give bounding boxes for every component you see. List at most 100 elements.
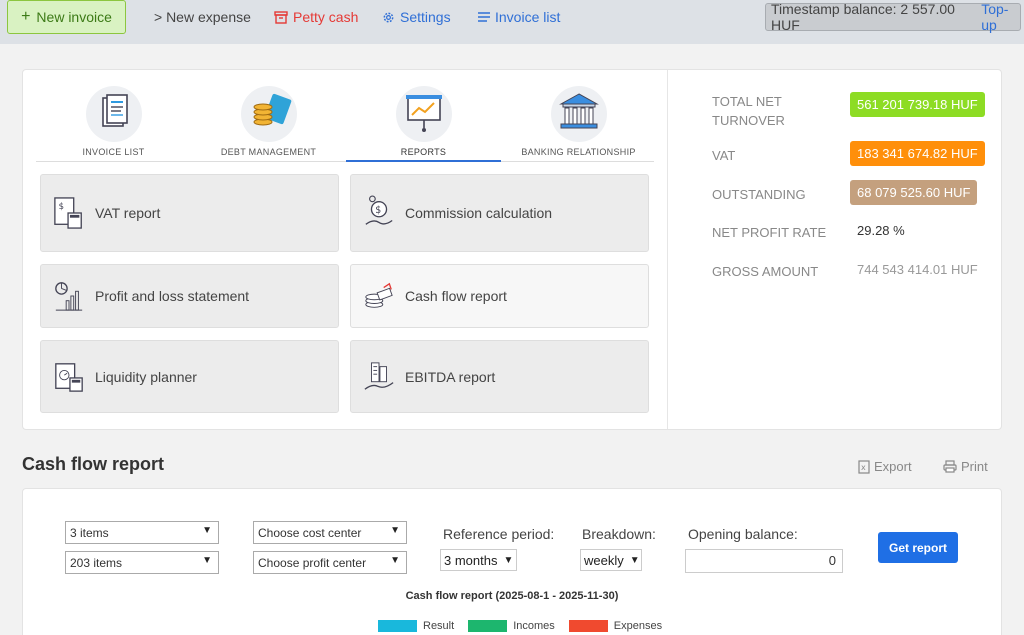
outstanding-badge: 68 079 525.60 HUF <box>850 180 978 205</box>
tab-invoice-list[interactable]: INVOICE LIST <box>36 84 191 162</box>
vat-value: 183 341 674.82 HUF <box>850 141 985 166</box>
outstanding-value: 68 079 525.60 HUF <box>850 180 978 205</box>
outstanding-label: OUTSTANDING <box>712 187 806 202</box>
export-label: Export <box>874 459 912 474</box>
plus-icon: + <box>21 8 31 25</box>
printer-icon <box>943 460 957 473</box>
debt-management-icon <box>240 86 297 142</box>
tab-reports[interactable]: REPORTS <box>346 84 501 162</box>
excel-icon: x <box>858 459 870 474</box>
net-profit-rate-value: 29.28 % <box>857 223 905 238</box>
page-title: Cash flow report <box>22 454 165 474</box>
commission-icon: $ <box>363 195 395 231</box>
export-button[interactable]: x Export <box>858 459 912 474</box>
new-invoice-button[interactable]: + New invoice <box>7 0 126 34</box>
net-profit-rate-label: NET PROFIT RATE <box>712 225 827 240</box>
breakdown-label: Breakdown: <box>582 526 656 542</box>
profit-center-value: Choose profit center <box>258 555 367 570</box>
cash-flow-report-tile[interactable]: Cash flow report <box>350 264 649 328</box>
ebitda-icon <box>363 359 395 395</box>
cost-center-select[interactable]: Choose cost center ▼ <box>253 521 407 544</box>
legend-result: Result <box>423 620 455 632</box>
commission-calculation-tile[interactable]: $ Commission calculation <box>350 174 649 252</box>
svg-text:x: x <box>861 463 866 472</box>
profit-loss-tile[interactable]: Profit and loss statement <box>40 264 339 328</box>
dashboard-card: INVOICE LIST DEBT MANAGEMENT REPORTS BAN… <box>22 69 1002 430</box>
print-button[interactable]: Print <box>943 459 988 474</box>
vat-report-tile[interactable]: $ VAT report <box>40 174 339 252</box>
incomes-swatch <box>468 620 508 632</box>
breakdown-select[interactable]: weekly ▼ <box>580 549 642 571</box>
reports-icon <box>395 86 452 142</box>
gross-amount-label: GROSS AMOUNT <box>712 264 819 279</box>
cash-flow-report-label: Cash flow report <box>405 288 507 304</box>
chart-legend: Result Incomes Expenses <box>378 620 662 632</box>
reference-period-label: Reference period: <box>443 526 555 542</box>
expenses-swatch <box>568 620 608 632</box>
new-expense-label: > New expense <box>154 9 251 25</box>
settings-link[interactable]: Settings <box>382 0 451 34</box>
dropdown-arrow-icon: ▼ <box>202 525 212 536</box>
timestamp-balance-text: Timestamp balance: 2 557.00 HUF <box>771 1 955 33</box>
result-swatch <box>378 620 417 632</box>
get-report-button[interactable]: Get report <box>878 532 958 563</box>
liquidity-planner-label: Liquidity planner <box>95 368 197 385</box>
ebitda-report-label: EBITDA report <box>405 368 496 385</box>
liquidity-icon <box>53 359 85 395</box>
tab-label: BANKING RELATIONSHIP <box>521 147 636 157</box>
reference-period-select[interactable]: 3 months ▼ <box>440 549 517 571</box>
svg-text:$: $ <box>375 205 381 216</box>
liquidity-planner-tile[interactable]: Liquidity planner <box>40 340 339 413</box>
items-select-2[interactable]: 203 items ▼ <box>65 551 219 574</box>
top-toolbar: + New invoice > New expense Petty cash S… <box>0 0 1024 44</box>
svg-text:$: $ <box>59 201 64 211</box>
commission-calculation-label: Commission calculation <box>405 205 553 221</box>
gross-amount-value: 744 543 414.01 HUF <box>857 262 978 277</box>
items-select-2-value: 203 items <box>70 555 123 570</box>
legend-incomes: Incomes <box>513 620 555 632</box>
breakdown-value: weekly <box>584 552 624 568</box>
print-label: Print <box>961 459 988 474</box>
dropdown-arrow-icon: ▼ <box>390 525 400 536</box>
dropdown-arrow-icon: ▼ <box>390 555 400 566</box>
reference-period-value: 3 months <box>444 552 498 568</box>
invoice-list-icon <box>85 86 142 142</box>
legend-expenses: Expenses <box>613 620 663 632</box>
tab-debt-management[interactable]: DEBT MANAGEMENT <box>191 84 346 162</box>
items-select[interactable]: 3 items ▼ <box>65 521 219 544</box>
total-net-turnover-label: TOTAL NET TURNOVER <box>712 94 785 128</box>
divider <box>667 70 668 429</box>
dropdown-arrow-icon: ▼ <box>202 555 212 566</box>
new-invoice-label: New invoice <box>36 9 112 25</box>
opening-balance-input[interactable]: 0 <box>685 549 843 573</box>
total-net-turnover-value: 561 201 739.18 HUF <box>850 92 985 117</box>
list-icon <box>478 12 490 22</box>
total-net-turnover-row: TOTAL NET TURNOVER 561 201 739.18 HUF <box>712 92 992 130</box>
invoice-list-link[interactable]: Invoice list <box>478 0 560 34</box>
vat-report-label: VAT report <box>95 205 161 221</box>
petty-cash-label: Petty cash <box>293 9 359 25</box>
profit-loss-label: Profit and loss statement <box>95 288 250 304</box>
module-tabs: INVOICE LIST DEBT MANAGEMENT REPORTS BAN… <box>36 84 654 162</box>
settings-label: Settings <box>400 9 451 25</box>
tab-label: INVOICE LIST <box>82 147 145 157</box>
timestamp-balance: Timestamp balance: 2 557.00 HUF Top-up <box>765 1 1021 33</box>
cost-center-value: Choose cost center <box>258 525 362 540</box>
dropdown-arrow-icon: ▼ <box>629 554 640 566</box>
ebitda-report-tile[interactable]: EBITDA report <box>350 340 649 413</box>
tab-banking-relationship[interactable]: BANKING RELATIONSHIP <box>501 84 656 162</box>
tab-label: REPORTS <box>400 147 447 157</box>
tab-label: DEBT MANAGEMENT <box>220 147 317 157</box>
new-expense-link[interactable]: > New expense <box>154 0 251 34</box>
total-net-turnover-badge: 561 201 739.18 HUF <box>850 92 985 117</box>
chart-title: Cash flow report (2025-08-1 - 2025-11-30… <box>405 590 619 602</box>
petty-cash-link[interactable]: Petty cash <box>274 0 358 34</box>
invoice-list-label: Invoice list <box>495 9 561 25</box>
vat-badge: 183 341 674.82 HUF <box>850 141 985 166</box>
topup-link[interactable]: Top-up <box>981 1 1020 33</box>
opening-balance-label: Opening balance: <box>688 526 798 542</box>
vat-label: VAT <box>712 148 736 163</box>
items-select-value: 3 items <box>70 525 109 540</box>
gear-icon <box>383 12 394 22</box>
profit-center-select[interactable]: Choose profit center ▼ <box>253 551 407 574</box>
